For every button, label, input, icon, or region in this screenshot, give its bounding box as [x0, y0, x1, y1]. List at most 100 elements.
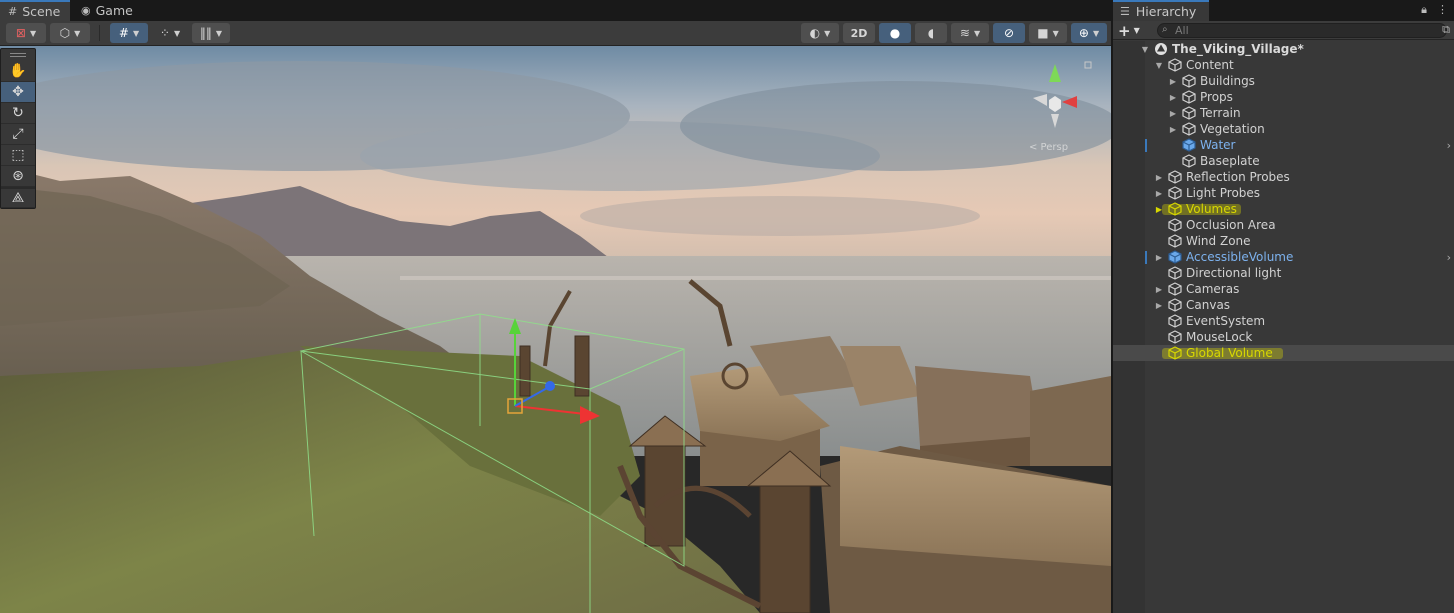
- expand-arrow-closed-icon[interactable]: ▶: [1154, 253, 1164, 262]
- lighting-toggle[interactable]: ●: [879, 23, 911, 43]
- hierarchy-item[interactable]: EventSystem: [1113, 313, 1454, 329]
- gameobject-cube-icon: [1168, 330, 1182, 344]
- hierarchy-item[interactable]: ▶ Cameras: [1113, 281, 1454, 297]
- add-object-button[interactable]: + ▼: [1118, 22, 1140, 40]
- transform-tool-button[interactable]: ⊛: [1, 166, 35, 187]
- rect-icon: ⬚: [11, 147, 25, 163]
- hierarchy-item[interactable]: MouseLock: [1113, 329, 1454, 345]
- rect-tool-button[interactable]: ⬚: [1, 145, 35, 166]
- layers-icon: ≋: [959, 26, 970, 40]
- expand-arrow-open-icon[interactable]: ▼: [1154, 61, 1164, 70]
- custom-tool-button[interactable]: ⟁: [1, 187, 35, 208]
- hierarchy-item[interactable]: ▶ Volumes: [1113, 201, 1454, 217]
- hierarchy-item[interactable]: Global Volume: [1113, 345, 1454, 361]
- draw-mode-icon: ⊠: [15, 26, 26, 40]
- tab-hierarchy[interactable]: ☰ Hierarchy: [1113, 0, 1209, 21]
- hierarchy-item-label: EventSystem: [1186, 314, 1266, 328]
- scale-tool-button[interactable]: ⤢: [1, 124, 35, 145]
- persp-label[interactable]: < Persp: [1029, 142, 1068, 153]
- viking-village-scene-render: [0, 46, 1111, 613]
- hierarchy-item-label: Terrain: [1200, 106, 1241, 120]
- render-mode-dropdown[interactable]: ◐ ▼: [801, 23, 839, 43]
- prefab-cube-icon: [1182, 138, 1196, 152]
- orientation-gizmo[interactable]: < Persp: [1005, 52, 1105, 153]
- gameobject-cube-icon: [1168, 186, 1182, 200]
- expand-arrow-closed-icon[interactable]: ▶: [1154, 189, 1164, 198]
- audio-toggle[interactable]: ◖: [915, 23, 947, 43]
- grid-snap-dropdown[interactable]: # ▼: [110, 23, 148, 43]
- hierarchy-item[interactable]: ▶ Terrain: [1113, 105, 1454, 121]
- hierarchy-item[interactable]: ▶ Buildings: [1113, 73, 1454, 89]
- expand-arrow-open-icon[interactable]: ▼: [1140, 45, 1150, 54]
- speaker-muted-icon: ◖: [927, 26, 935, 40]
- expand-arrow-closed-icon[interactable]: ▶: [1154, 301, 1164, 310]
- expand-arrow-closed-icon[interactable]: ▶: [1154, 173, 1164, 182]
- draw-mode-dropdown[interactable]: ⊠ ▼: [6, 23, 46, 43]
- expand-arrow-closed-icon[interactable]: ▶: [1154, 285, 1164, 294]
- rotate-icon: ↻: [12, 105, 24, 121]
- expand-arrow-closed-icon[interactable]: ▶: [1168, 109, 1178, 118]
- gizmos-dropdown[interactable]: ⊕ ▼: [1071, 23, 1107, 43]
- hierarchy-item[interactable]: Wind Zone: [1113, 233, 1454, 249]
- hierarchy-item-label: Vegetation: [1200, 122, 1265, 136]
- hierarchy-item-label: Global Volume: [1186, 346, 1273, 360]
- lightbulb-icon: ●: [889, 26, 901, 40]
- filter-icon[interactable]: ⧉: [1442, 23, 1450, 37]
- expand-arrow-closed-icon[interactable]: ▶: [1168, 125, 1178, 134]
- hierarchy-item[interactable]: Water ›: [1113, 137, 1454, 153]
- rotate-tool-button[interactable]: ↻: [1, 103, 35, 124]
- kebab-menu-icon[interactable]: ⋮: [1437, 3, 1448, 17]
- hierarchy-tab-bar: ☰ Hierarchy 🔒︎ ⋮: [1113, 0, 1454, 21]
- gameobject-cube-icon: [1168, 234, 1182, 248]
- toggle-2d-button[interactable]: 2D: [843, 23, 875, 43]
- hierarchy-item[interactable]: ▶ Vegetation: [1113, 121, 1454, 137]
- hierarchy-item[interactable]: ▶ Canvas: [1113, 297, 1454, 313]
- grid-snap-icon: #: [118, 26, 129, 40]
- toggle-2d-label: 2D: [850, 26, 868, 40]
- axis-gizmo-icon: [1005, 55, 1092, 128]
- chevron-right-icon[interactable]: ›: [1447, 139, 1451, 152]
- grid-visibility-dropdown[interactable]: ‖‖ ▼: [192, 23, 230, 43]
- expand-arrow-closed-icon[interactable]: ▶: [1168, 77, 1178, 86]
- tab-scene[interactable]: # Scene: [0, 0, 70, 21]
- hierarchy-item[interactable]: ▼ The_Viking_Village*: [1113, 41, 1454, 57]
- gameobject-cube-icon: [1168, 266, 1182, 280]
- tab-hierarchy-label: Hierarchy: [1135, 4, 1197, 19]
- camera-settings-dropdown[interactable]: ■ ▼: [1029, 23, 1067, 43]
- scene-viewport[interactable]: [0, 46, 1111, 613]
- scene-tools-overlay: ✋ ✥ ↻ ⤢ ⬚ ⊛ ⟁: [0, 48, 36, 209]
- hierarchy-item-label: Reflection Probes: [1186, 170, 1290, 184]
- move-arrows-icon: ✥: [12, 84, 24, 100]
- scene-visibility-toggle[interactable]: ⊘: [993, 23, 1025, 43]
- expand-arrow-closed-icon[interactable]: ▶: [1168, 93, 1178, 102]
- expand-arrow-closed-icon[interactable]: ▶: [1154, 205, 1164, 214]
- hierarchy-item[interactable]: ▶ Props: [1113, 89, 1454, 105]
- hierarchy-search-input[interactable]: [1157, 23, 1447, 38]
- gameobject-cube-icon: [1168, 298, 1182, 312]
- lock-icon[interactable]: 🔒︎: [1421, 3, 1427, 17]
- prefab-override-marker: [1145, 251, 1147, 264]
- hierarchy-item[interactable]: ▶ AccessibleVolume ›: [1113, 249, 1454, 265]
- tools-grip-handle[interactable]: [1, 49, 35, 61]
- hand-icon: ✋: [9, 63, 27, 79]
- gamepad-icon: ◉: [81, 4, 91, 17]
- hand-tool-button[interactable]: ✋: [1, 61, 35, 82]
- hierarchy-item[interactable]: ▶ Reflection Probes: [1113, 169, 1454, 185]
- sphere-icon: ◐: [809, 26, 821, 40]
- hierarchy-item[interactable]: ▶ Light Probes: [1113, 185, 1454, 201]
- gameobject-cube-icon: [1182, 154, 1196, 168]
- hierarchy-item[interactable]: Directional light: [1113, 265, 1454, 281]
- hierarchy-item[interactable]: Occlusion Area: [1113, 217, 1454, 233]
- hierarchy-item[interactable]: ▼ Content: [1113, 57, 1454, 73]
- hierarchy-item[interactable]: Baseplate: [1113, 153, 1454, 169]
- move-tool-button[interactable]: ✥: [1, 82, 35, 103]
- snap-icon: ⁘: [159, 26, 170, 40]
- increment-snap-dropdown[interactable]: ⁘ ▼: [152, 23, 188, 43]
- hierarchy-item-label: Buildings: [1200, 74, 1255, 88]
- gizmo-globe-icon: ⊕: [1078, 26, 1089, 40]
- effects-dropdown[interactable]: ≋ ▼: [951, 23, 989, 43]
- shading-mode-dropdown[interactable]: ⬡ ▼: [50, 23, 90, 43]
- chevron-right-icon[interactable]: ›: [1447, 251, 1451, 264]
- tab-game[interactable]: ◉ Game: [73, 0, 135, 21]
- gameobject-cube-icon: [1182, 90, 1196, 104]
